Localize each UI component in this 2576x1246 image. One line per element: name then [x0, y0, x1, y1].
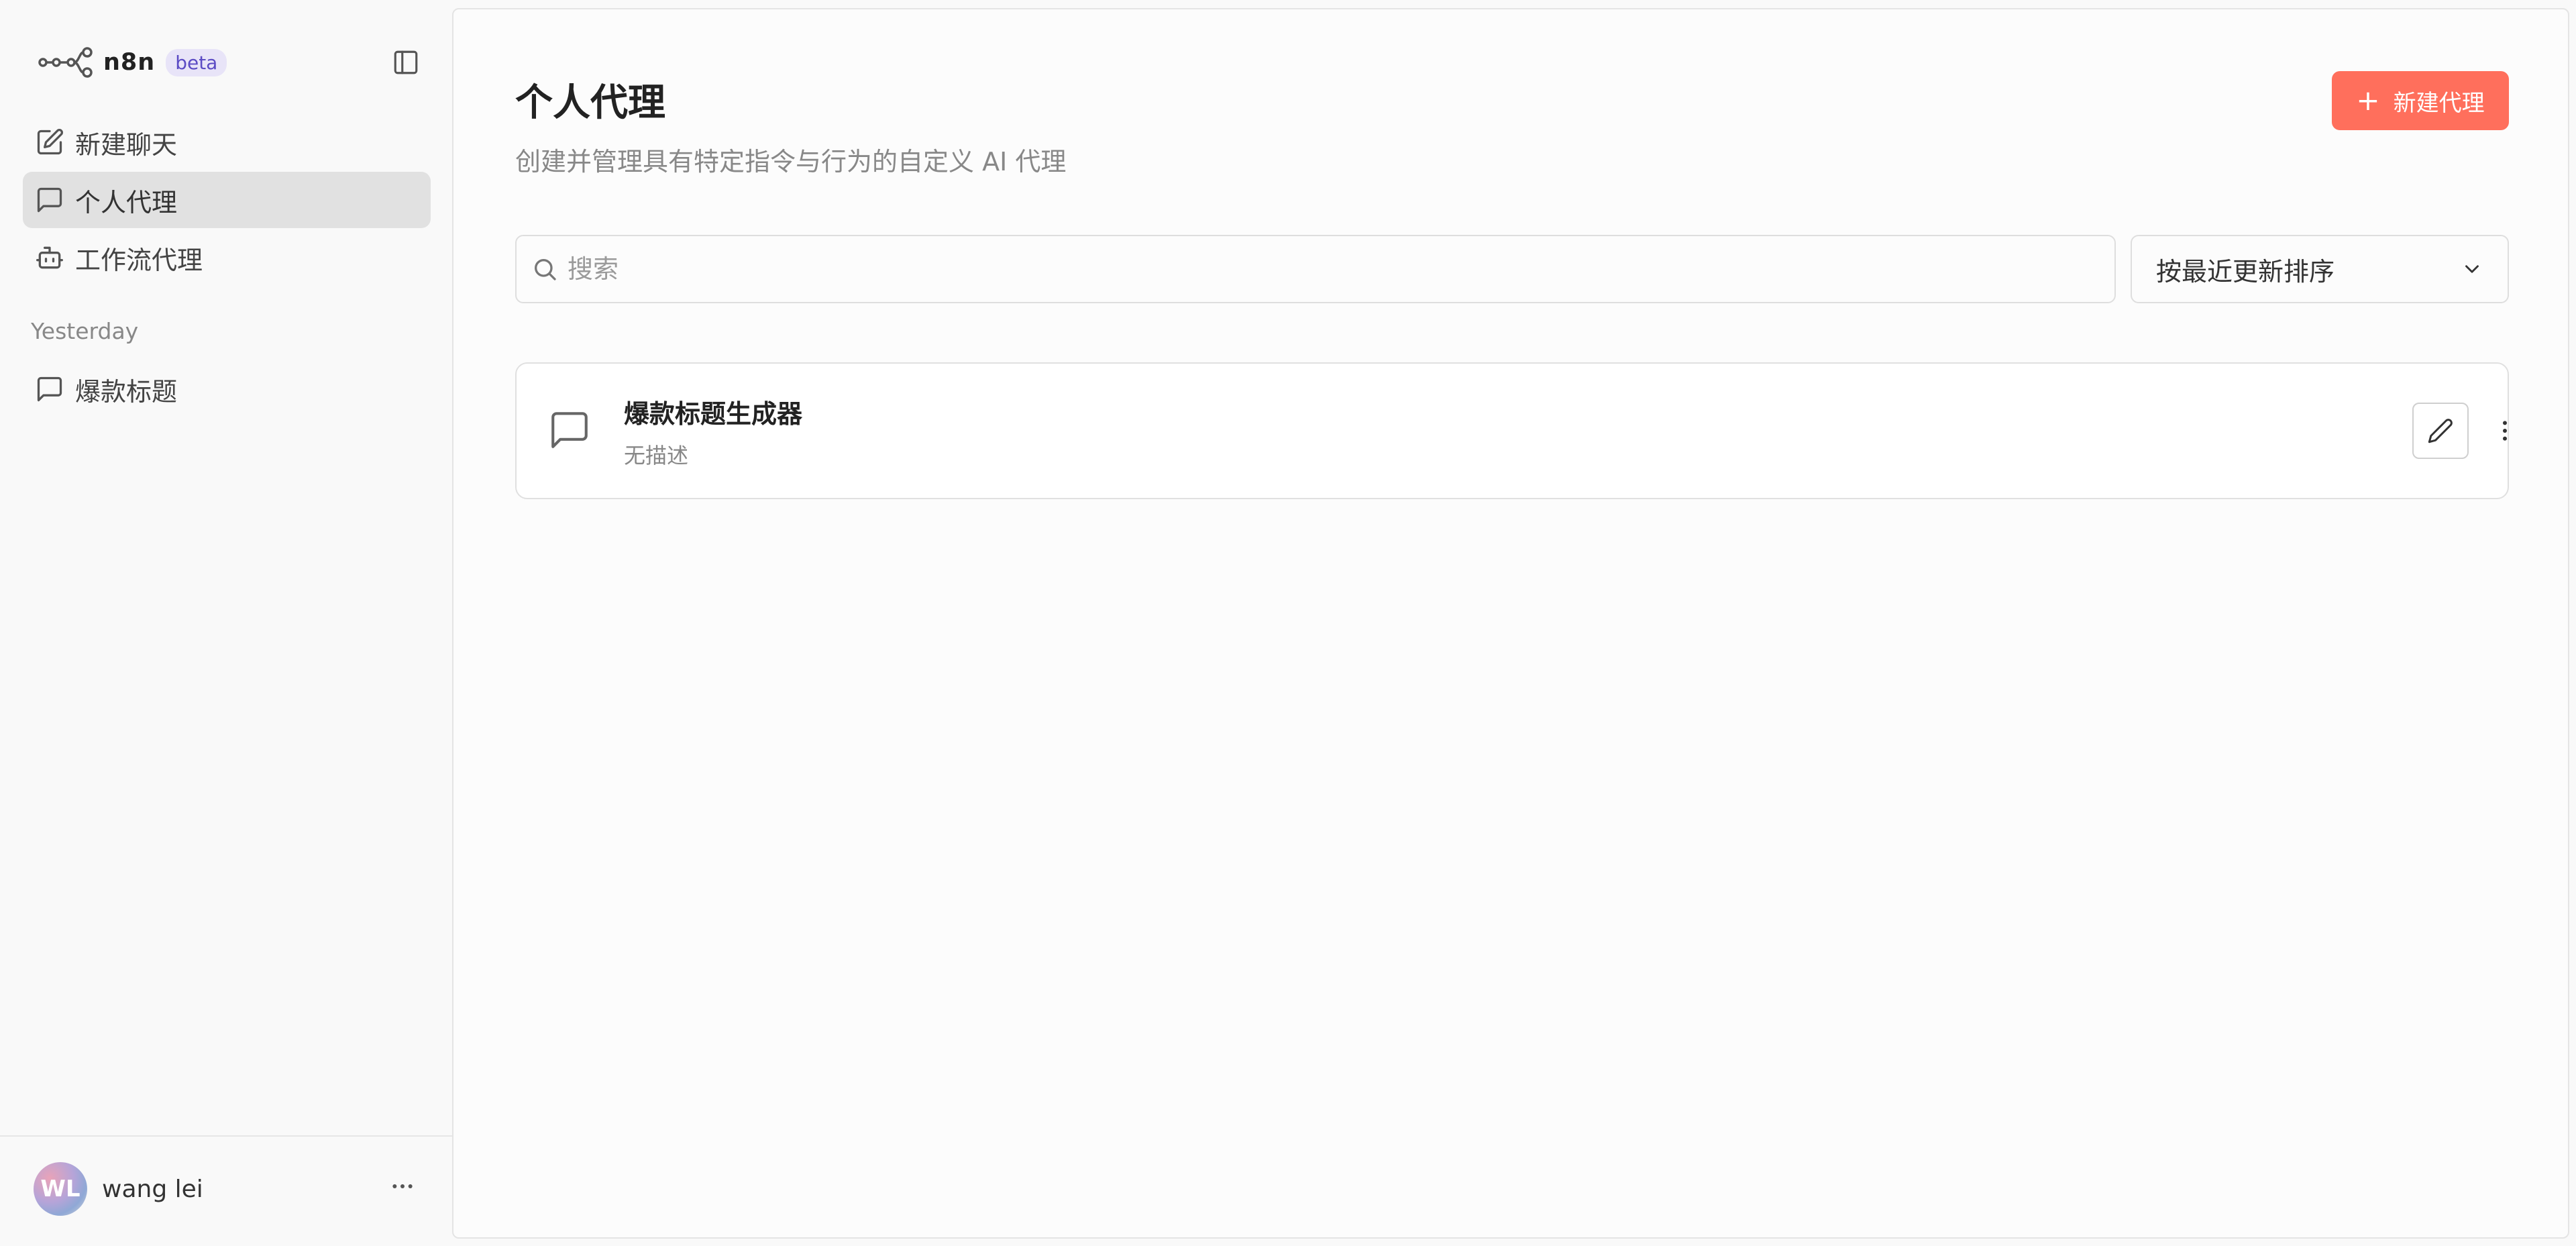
new-agent-button[interactable]: + 新建代理	[2332, 71, 2509, 130]
agent-description: 无描述	[624, 443, 689, 468]
edit-icon	[37, 129, 63, 155]
chat-bubble-icon	[37, 376, 62, 402]
chat-bubble-icon	[37, 187, 62, 213]
sidebar-panel-icon	[394, 50, 418, 74]
sidebar-item-new-chat[interactable]: 新建聊天	[23, 114, 431, 170]
sidebar-item-label: 工作流代理	[75, 245, 203, 275]
username: wang lei	[102, 1176, 203, 1203]
sidebar: n8n beta 新建聊天 个人代理 工作流代理 Yesterday 爆款标题 …	[0, 0, 452, 1246]
page-subtitle: 创建并管理具有特定指令与行为的自定义 AI 代理	[515, 147, 1067, 176]
history-section-label: Yesterday	[31, 318, 139, 344]
page-title: 个人代理	[515, 81, 665, 125]
main-panel: 个人代理 创建并管理具有特定指令与行为的自定义 AI 代理 + 新建代理 按最近…	[452, 8, 2569, 1239]
robot-icon	[36, 246, 63, 269]
sidebar-item-workflow-agents[interactable]: 工作流代理	[23, 229, 431, 286]
agent-name: 爆款标题生成器	[624, 399, 803, 429]
edit-agent-button[interactable]	[2412, 403, 2469, 459]
search-input[interactable]	[568, 254, 2043, 284]
sidebar-toggle-button[interactable]	[388, 44, 424, 81]
search-box[interactable]	[515, 235, 2116, 303]
app-window: n8n beta 新建聊天 个人代理 工作流代理 Yesterday 爆款标题 …	[0, 0, 2576, 1246]
sort-dropdown[interactable]: 按最近更新排序	[2131, 235, 2509, 303]
n8n-logo-icon	[38, 47, 93, 78]
chat-bubble-icon	[551, 412, 588, 448]
chevron-down-icon	[2465, 265, 2479, 273]
sidebar-item-personal-agents[interactable]: 个人代理	[23, 172, 431, 228]
brand[interactable]: n8n beta	[38, 40, 227, 85]
new-agent-button-label: 新建代理	[2393, 89, 2485, 117]
avatar[interactable]: WL	[34, 1162, 87, 1216]
user-more-button[interactable]	[384, 1167, 421, 1205]
brand-name: n8n	[103, 49, 156, 76]
more-vertical-icon	[2503, 421, 2507, 441]
agent-card[interactable]: 爆款标题生成器 无描述	[515, 362, 2509, 499]
more-horizontal-icon	[392, 1184, 413, 1188]
pencil-icon	[2428, 419, 2453, 444]
beta-badge: beta	[166, 48, 227, 76]
user-menu: WL wang lei	[0, 1135, 452, 1246]
sidebar-item-label: 个人代理	[75, 187, 178, 217]
sidebar-item-label: 新建聊天	[75, 129, 178, 160]
plus-icon: +	[2356, 84, 2380, 117]
sort-selected-value: 按最近更新排序	[2156, 256, 2335, 287]
sidebar-history-item[interactable]: 爆款标题	[23, 361, 431, 417]
search-icon	[535, 259, 556, 280]
sidebar-history-label: 爆款标题	[75, 376, 178, 407]
agent-more-button[interactable]	[2485, 411, 2525, 451]
